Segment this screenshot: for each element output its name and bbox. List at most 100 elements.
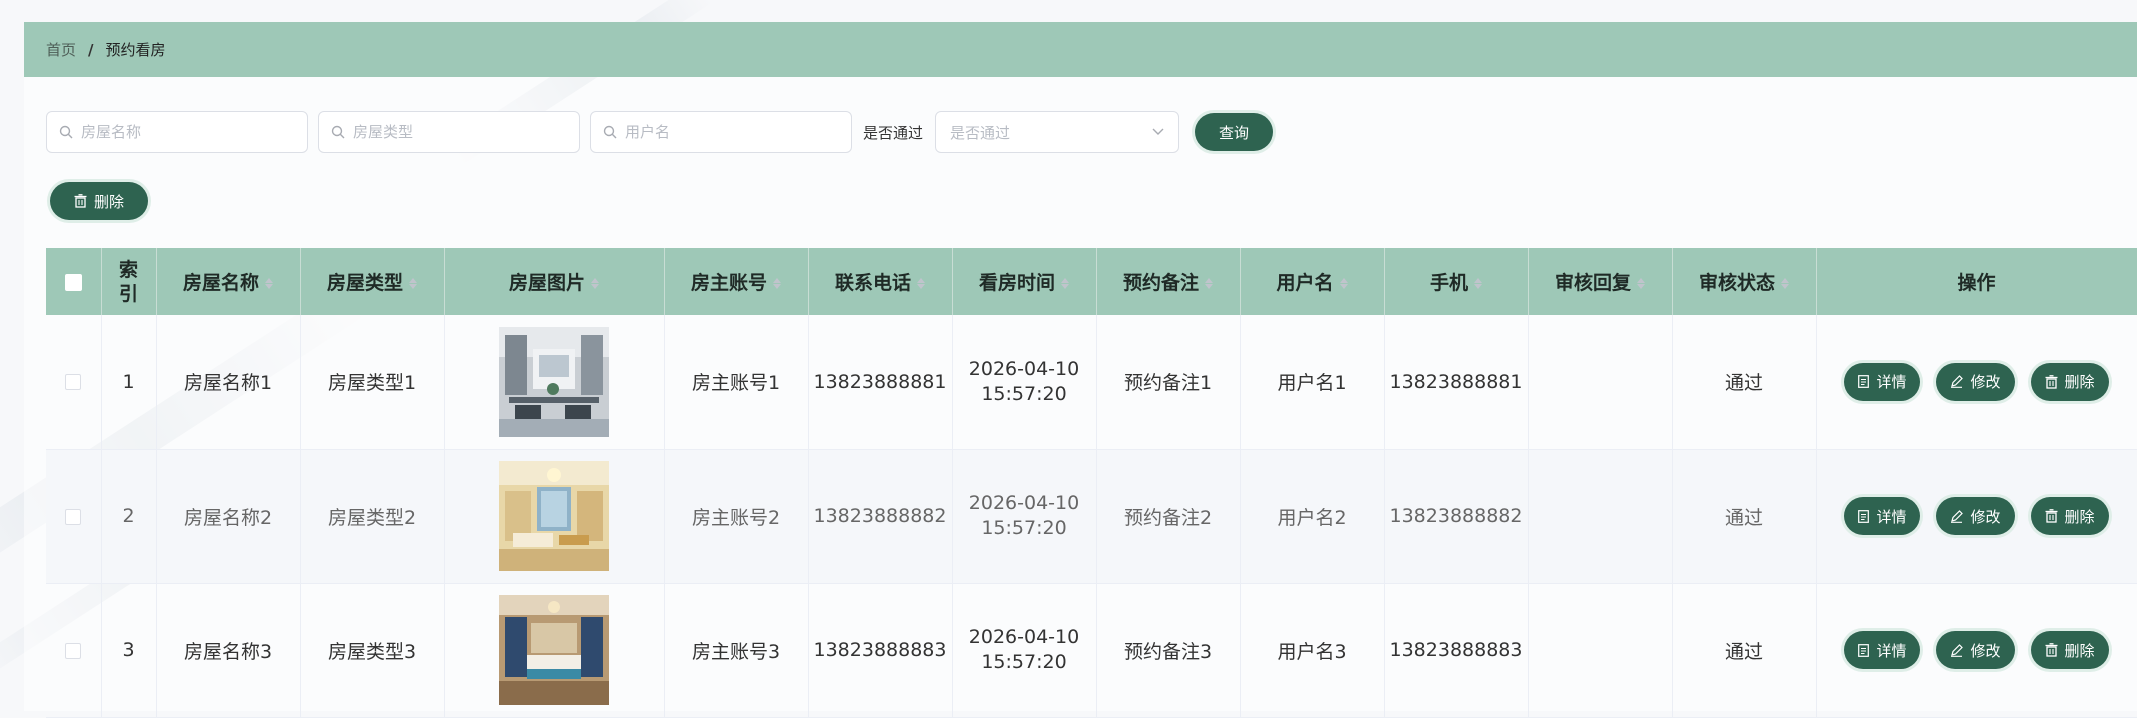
header-review-status[interactable]: 审核状态 bbox=[1672, 248, 1817, 315]
username-input[interactable] bbox=[623, 122, 827, 142]
document-icon bbox=[1858, 643, 1870, 657]
cell-mobile: 13823888882 bbox=[1384, 449, 1529, 584]
row-checkbox[interactable] bbox=[65, 642, 82, 659]
cell-house-name: 房屋名称1 bbox=[156, 315, 301, 450]
cell-house-name: 房屋名称3 bbox=[156, 583, 301, 718]
pass-filter-select[interactable]: 是否通过 bbox=[935, 111, 1180, 153]
breadcrumb-separator: / bbox=[88, 40, 94, 59]
row-select-cell[interactable] bbox=[46, 315, 102, 450]
cell-view-time: 2026-04-10 15:57:20 bbox=[952, 315, 1097, 450]
edit-button[interactable]: 修改 bbox=[1936, 497, 2015, 535]
cell-actions: 详情 修改 删除 bbox=[1816, 315, 2137, 450]
edit-label: 修改 bbox=[1970, 641, 2001, 660]
cell-index: 2 bbox=[101, 449, 157, 584]
header-house-type[interactable]: 房屋类型 bbox=[300, 248, 445, 315]
header-phone[interactable]: 联系电话 bbox=[808, 248, 953, 315]
header-review-reply[interactable]: 审核回复 bbox=[1528, 248, 1673, 315]
batch-delete-button[interactable]: 删除 bbox=[50, 182, 149, 220]
delete-label: 删除 bbox=[2064, 507, 2095, 526]
delete-button[interactable]: 删除 bbox=[2030, 362, 2109, 401]
pencil-icon bbox=[1951, 375, 1964, 389]
sort-icon[interactable] bbox=[1340, 277, 1348, 290]
cell-view-time: 2026-04-10 15:57:20 bbox=[952, 449, 1097, 584]
cell-username: 用户名1 bbox=[1240, 315, 1385, 450]
sort-icon[interactable] bbox=[1637, 277, 1645, 290]
cell-username: 用户名2 bbox=[1240, 449, 1385, 584]
sort-icon[interactable] bbox=[409, 277, 417, 290]
cell-view-time: 2026-04-10 15:57:20 bbox=[952, 583, 1097, 718]
table-header-row: 索引 房屋名称 房屋类型 房屋图片 房主账号 联系电话 看房时间 预约备注 用户… bbox=[46, 248, 2137, 315]
main-content: 首页 / 预约看房 是否通过 是否通过 查询 删除 bbox=[24, 22, 2137, 718]
house-photo-living-room[interactable] bbox=[499, 461, 609, 571]
sort-icon[interactable] bbox=[917, 277, 925, 290]
cell-actions: 详情 修改 删除 bbox=[1816, 449, 2137, 584]
sort-icon[interactable] bbox=[591, 277, 599, 290]
cell-house-name: 房屋名称2 bbox=[156, 449, 301, 584]
detail-button[interactable]: 详情 bbox=[1844, 362, 1921, 401]
house-type-search[interactable] bbox=[318, 111, 580, 153]
cell-phone: 13823888882 bbox=[808, 449, 953, 584]
delete-button[interactable]: 删除 bbox=[2030, 631, 2109, 669]
sort-icon[interactable] bbox=[773, 277, 781, 290]
header-house-name[interactable]: 房屋名称 bbox=[156, 248, 301, 315]
row-checkbox[interactable] bbox=[65, 374, 82, 391]
cell-index: 1 bbox=[101, 315, 157, 450]
header-view-time[interactable]: 看房时间 bbox=[952, 248, 1097, 315]
trash-icon bbox=[2045, 374, 2057, 389]
breadcrumb-current: 预约看房 bbox=[105, 41, 166, 59]
row-select-cell[interactable] bbox=[46, 583, 102, 718]
header-owner-account[interactable]: 房主账号 bbox=[664, 248, 809, 315]
cell-owner-account: 房主账号1 bbox=[664, 315, 809, 450]
header-mobile[interactable]: 手机 bbox=[1384, 248, 1529, 315]
pencil-icon bbox=[1951, 509, 1964, 523]
header-index: 索引 bbox=[101, 248, 157, 315]
sort-icon[interactable] bbox=[1061, 277, 1069, 290]
delete-label: 删除 bbox=[2064, 641, 2095, 660]
edit-label: 修改 bbox=[1970, 507, 2001, 526]
detail-button[interactable]: 详情 bbox=[1844, 497, 1921, 535]
batch-delete-label: 删除 bbox=[94, 192, 125, 211]
breadcrumb-home[interactable]: 首页 bbox=[46, 39, 76, 60]
select-all-checkbox[interactable] bbox=[64, 273, 82, 291]
cell-review-reply bbox=[1528, 583, 1673, 718]
cell-review-status: 通过 bbox=[1672, 449, 1817, 584]
query-button[interactable]: 查询 bbox=[1195, 113, 1274, 151]
cell-phone: 13823888883 bbox=[808, 583, 953, 718]
delete-button[interactable]: 删除 bbox=[2030, 497, 2109, 535]
house-type-input[interactable] bbox=[351, 122, 555, 142]
pencil-icon bbox=[1951, 643, 1964, 657]
house-name-search[interactable] bbox=[46, 111, 308, 153]
cell-house-image bbox=[444, 449, 665, 584]
appointment-table: 索引 房屋名称 房屋类型 房屋图片 房主账号 联系电话 看房时间 预约备注 用户… bbox=[46, 248, 2137, 718]
cell-house-type: 房屋类型3 bbox=[300, 583, 445, 718]
cell-review-status: 通过 bbox=[1672, 583, 1817, 718]
select-all-cell[interactable] bbox=[46, 248, 102, 315]
cell-index: 3 bbox=[101, 583, 157, 718]
house-name-input[interactable] bbox=[79, 122, 283, 142]
header-remark[interactable]: 预约备注 bbox=[1096, 248, 1241, 315]
detail-button[interactable]: 详情 bbox=[1844, 631, 1921, 669]
edit-button[interactable]: 修改 bbox=[1936, 631, 2015, 669]
sort-icon[interactable] bbox=[1205, 277, 1213, 290]
search-icon bbox=[603, 125, 617, 139]
cell-house-image bbox=[444, 583, 665, 718]
search-icon bbox=[59, 125, 73, 139]
sort-icon[interactable] bbox=[1781, 277, 1789, 290]
row-checkbox[interactable] bbox=[65, 508, 82, 525]
house-photo-office[interactable] bbox=[499, 326, 609, 437]
header-house-image[interactable]: 房屋图片 bbox=[444, 248, 665, 315]
search-icon bbox=[331, 125, 345, 139]
house-photo-bedroom[interactable] bbox=[499, 595, 609, 705]
cell-review-reply bbox=[1528, 315, 1673, 450]
table-row: 1 房屋名称1 房屋类型1 房主账号1 13823888881 2026-04-… bbox=[46, 315, 2137, 450]
cell-actions: 详情 修改 删除 bbox=[1816, 583, 2137, 718]
sort-icon[interactable] bbox=[265, 277, 273, 290]
header-username[interactable]: 用户名 bbox=[1240, 248, 1385, 315]
sort-icon[interactable] bbox=[1474, 277, 1482, 290]
row-select-cell[interactable] bbox=[46, 449, 102, 584]
table-row: 2 房屋名称2 房屋类型2 房主账号2 13823888882 2026-04-… bbox=[46, 449, 2137, 584]
username-search[interactable] bbox=[590, 111, 852, 153]
edit-button[interactable]: 修改 bbox=[1936, 362, 2015, 401]
cell-house-type: 房屋类型1 bbox=[300, 315, 445, 450]
table-row: 3 房屋名称3 房屋类型3 房主账号3 13823888883 2026-04-… bbox=[46, 583, 2137, 718]
